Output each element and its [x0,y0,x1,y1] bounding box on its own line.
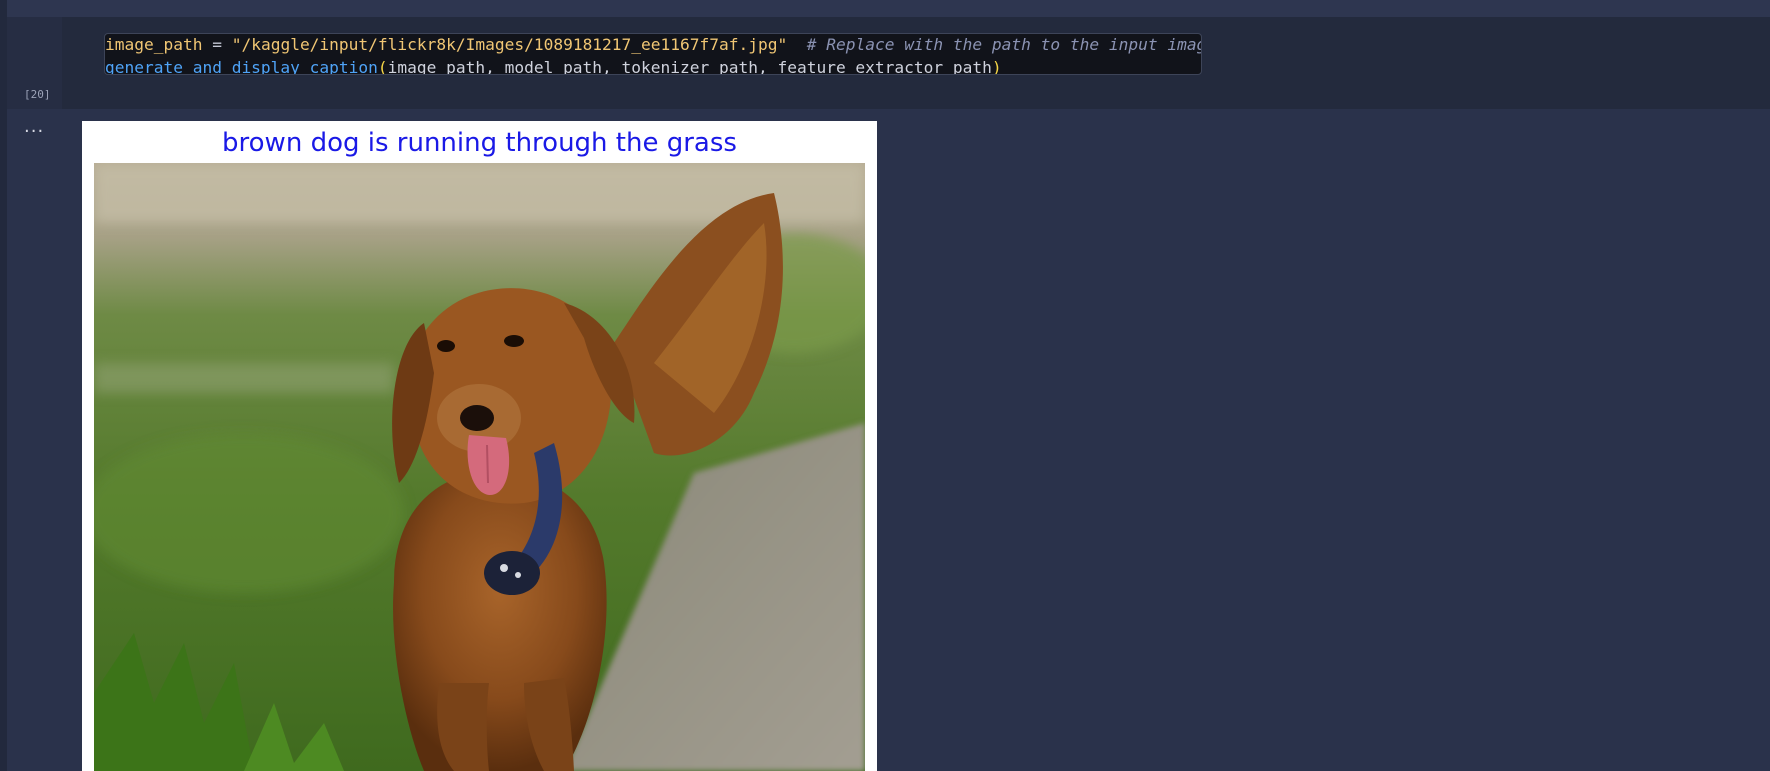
code-token: = [202,35,232,54]
code-token: generate_and_display_caption [105,58,378,75]
dog-photo-illustration [94,163,865,771]
code-token: image_path [105,35,203,54]
code-editor[interactable]: image_path = "/kaggle/input/flickr8k/Ima… [104,33,1202,75]
code-token: image_path, model_path, tokenizer_path, … [387,58,992,75]
code-line-2[interactable]: generate_and_display_caption(image_path,… [105,57,1002,75]
code-token: ( [377,58,388,75]
code-line-1[interactable]: image_path = "/kaggle/input/flickr8k/Ima… [105,34,1202,56]
code-token: "/kaggle/input/flickr8k/Images/108918121… [231,35,788,54]
execution-count: [20] [24,88,51,101]
code-token: # Replace with the path to the input ima… [806,35,1202,54]
previous-cell-edge [7,0,1770,17]
dog-photo [94,163,865,771]
output-gutter [7,109,62,771]
output-figure: brown dog is running through the grass [82,121,877,771]
code-token: ) [991,58,1002,75]
left-rail [0,0,7,771]
notebook-page: image_path = "/kaggle/input/flickr8k/Ima… [0,0,1770,771]
ellipsis-icon: ... [24,116,45,137]
figure-caption-title: brown dog is running through the grass [222,128,737,158]
output-actions-button[interactable]: ... [24,117,44,137]
